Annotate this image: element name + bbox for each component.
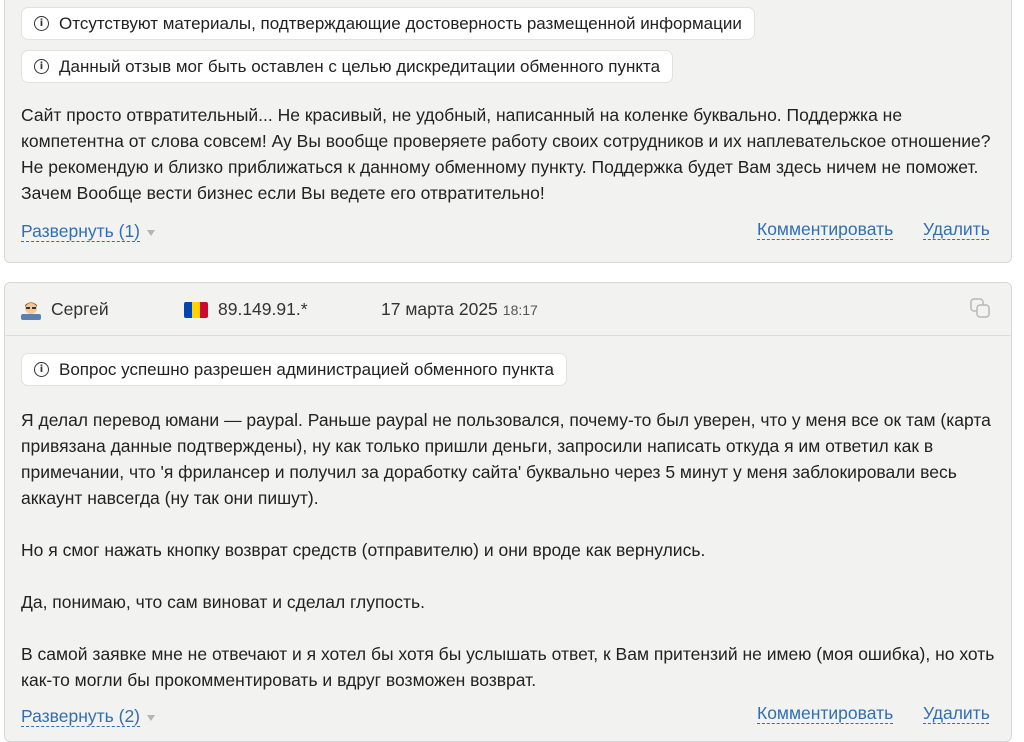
comment-link[interactable]: Комментировать: [757, 219, 893, 240]
expand-label: Развернуть (2): [21, 706, 141, 726]
review-header: Сергей 89.149.91.* 17 марта 2025 18:17: [5, 283, 1011, 336]
badge-text: Вопрос успешно разрешен администрацией о…: [59, 359, 554, 379]
review-paragraph: Да, понимаю, что сам виноват и сделал гл…: [21, 592, 425, 612]
review-text: Сайт просто отвратительный... Не красивы…: [21, 102, 1001, 206]
author: Сергей: [21, 299, 109, 320]
triangle-down-icon: [147, 714, 156, 721]
review-paragraph: Сайт просто отвратительный... Не красивы…: [21, 105, 991, 203]
expand-label: Развернуть (1): [21, 221, 141, 241]
moldova-flag-icon: [184, 301, 208, 318]
review-date: 17 марта 2025 18:17: [381, 299, 538, 320]
comment-link[interactable]: Комментировать: [757, 703, 893, 724]
review-card: i Отсутствуют материалы, подтверждающие …: [4, 0, 1012, 263]
review-paragraph: Но я смог нажать кнопку возврат средств …: [21, 540, 706, 560]
date-text: 17 марта 2025: [381, 299, 498, 319]
ip-text: 89.149.91.*: [218, 299, 308, 319]
user-avatar-icon: [21, 301, 41, 320]
badge-text: Данный отзыв мог быть оставлен с целью д…: [59, 56, 661, 76]
resolved-badge: i Вопрос успешно разрешен администрацией…: [21, 353, 567, 386]
expand-link[interactable]: Развернуть (1): [21, 221, 156, 242]
info-icon: i: [34, 59, 49, 74]
warning-badge: i Отсутствуют материалы, подтверждающие …: [21, 7, 755, 40]
time-text: 18:17: [502, 301, 538, 318]
author-name: Сергей: [51, 299, 109, 319]
warning-badge: i Данный отзыв мог быть оставлен с целью…: [21, 50, 674, 83]
copy-icon[interactable]: [969, 297, 991, 319]
info-icon: i: [34, 16, 49, 31]
review-card: Сергей 89.149.91.* 17 марта 2025 18:17 i…: [4, 282, 1012, 742]
review-paragraph: Я делал перевод юмани — paypal. Раньше p…: [21, 410, 991, 508]
expand-link[interactable]: Развернуть (2): [21, 706, 156, 727]
delete-link[interactable]: Удалить: [923, 219, 990, 240]
triangle-down-icon: [147, 229, 156, 236]
ip-address: 89.149.91.*: [184, 299, 308, 320]
delete-link[interactable]: Удалить: [923, 703, 990, 724]
review-text: Я делал перевод юмани — paypal. Раньше p…: [21, 407, 1001, 693]
info-icon: i: [34, 362, 49, 377]
badge-text: Отсутствуют материалы, подтверждающие до…: [59, 13, 742, 33]
review-paragraph: В самой заявке мне не отвечают и я хотел…: [21, 644, 995, 690]
